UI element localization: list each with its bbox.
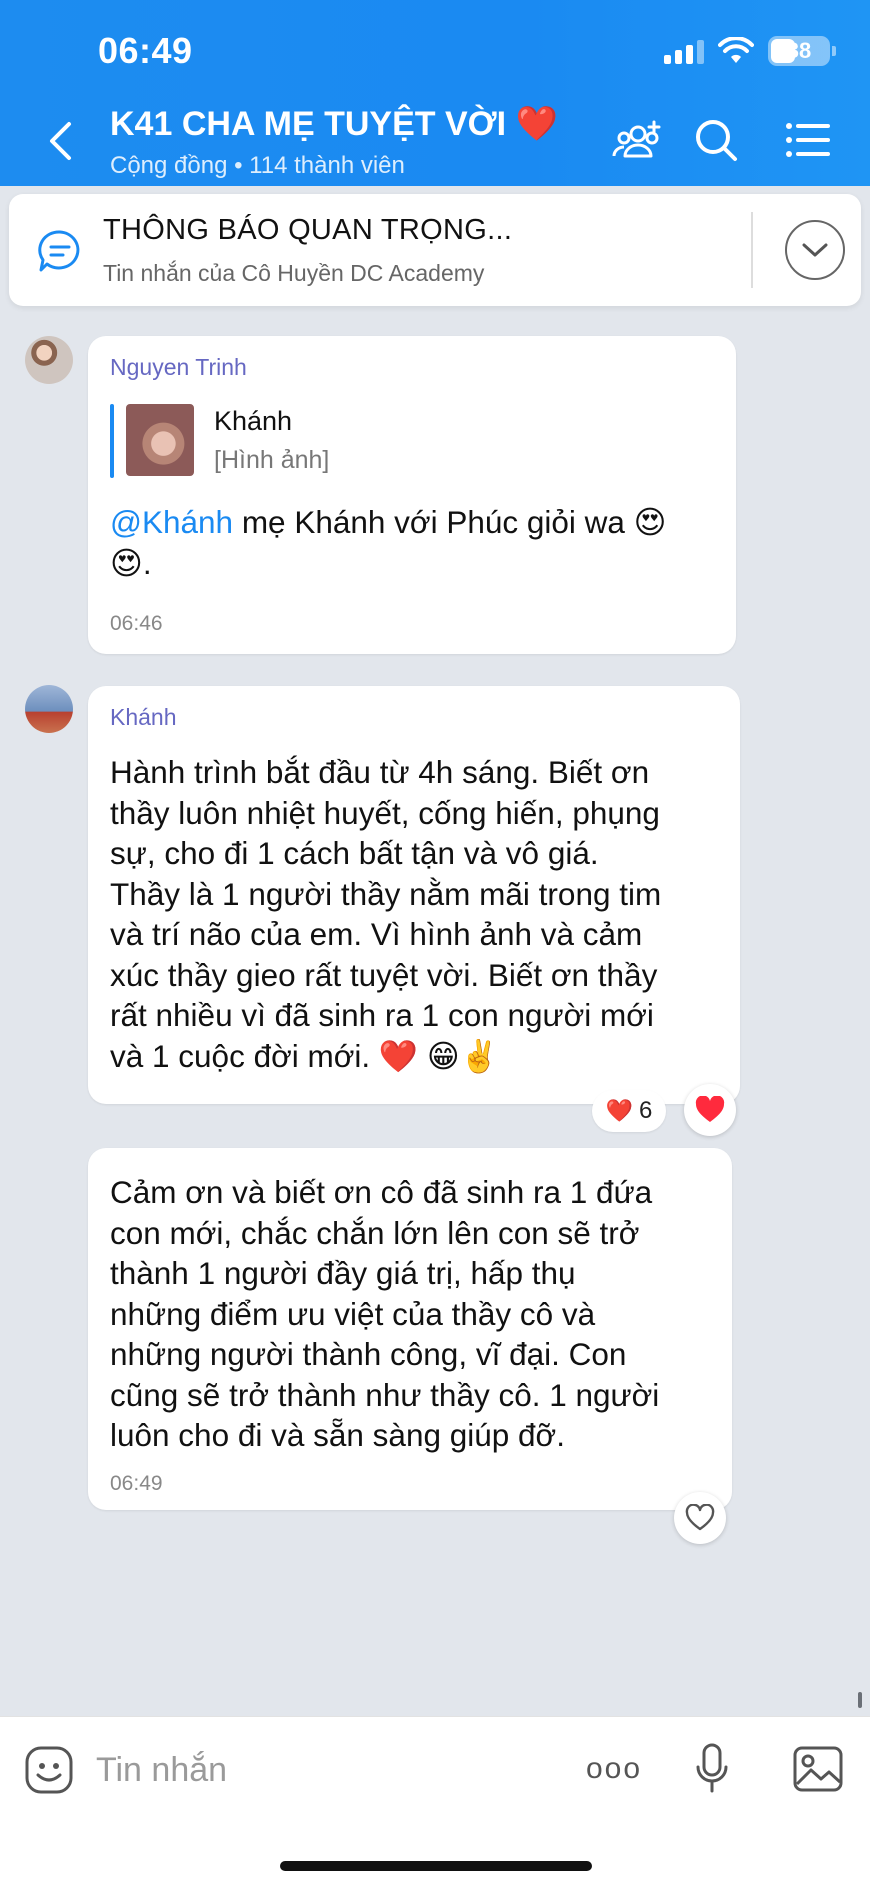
message-time: 06:46 [110,612,163,635]
react-button[interactable] [674,1492,726,1544]
menu-button[interactable] [780,112,836,168]
avatar-khanh[interactable] [25,685,73,733]
pinned-message[interactable]: THÔNG BÁO QUAN TRỌNG... Tin nhắn của Cô … [9,194,861,306]
message-line: thầy luôn nhiệt huyết, cống hiến, phụng [110,794,660,831]
status-icons: 38 [664,36,836,66]
back-icon [50,122,71,160]
message-input[interactable] [96,1739,556,1801]
quote-bar [110,404,114,478]
message-line: con mới, chắc chắn lớn lên con sẽ trở [110,1214,640,1251]
home-indicator[interactable] [280,1861,592,1871]
add-member-icon [612,120,661,158]
avatar-nguyen-trinh[interactable] [25,336,73,384]
mention-link[interactable]: @Khánh [110,504,233,540]
message-time: 06:49 [110,1472,163,1495]
menu-icon [786,123,830,157]
search-button[interactable] [688,112,744,168]
group-subtitle: Cộng đồng • 114 thành viên [110,152,405,179]
battery-icon: 38 [768,36,836,66]
heart-icon [695,1096,725,1122]
message-line: sự, cho đi 1 cách bất tận và vô giá. [110,835,599,871]
emoji-icon[interactable] [24,1745,74,1795]
status-time: 06:49 [98,30,193,71]
message-line: những người thành công, vĩ đại. Con [110,1336,627,1372]
message-bubble[interactable]: Cảm ơn và biết ơn cô đã sinh ra 1 đứa co… [88,1148,732,1510]
group-title-text: K41 CHA MẸ TUYỆT VỜI [110,105,507,143]
search-icon [696,120,737,161]
more-button[interactable]: ooo [584,1741,644,1797]
pinned-subtitle: Tin nhắn của Cô Huyền DC Academy [103,260,485,286]
message-input-bar: ooo [0,1716,870,1883]
pinned-divider [751,212,753,288]
message-line: rất nhiều vì đã sinh ra 1 con người mới [110,997,654,1033]
message-line: và 1 cuộc đời mới. ❤️ 😁✌️ [110,1037,499,1074]
title-heart-emoji: ❤️ [515,105,558,143]
message-bubble[interactable]: Khánh Hành trình bắt đầu từ 4h sáng. Biế… [88,686,740,1104]
pinned-title: THÔNG BÁO QUAN TRỌNG... [103,214,513,246]
back-button[interactable] [40,118,80,164]
scroll-indicator[interactable] [858,1692,862,1708]
message-line: luôn cho đi và sẵn sàng giúp đỡ. [110,1417,565,1453]
sender-name[interactable]: Khánh [110,704,177,731]
heart-outline-icon [685,1504,715,1531]
message-text-part: mẹ Khánh với Phúc giỏi wa 😍 [233,504,667,540]
message-text-part: 😍. [110,544,152,581]
cellular-signal-icon [664,38,704,64]
message-line: và trí não của em. Vì hình ảnh và cảm [110,916,643,952]
more-icon: ooo [585,1752,643,1785]
message-line: Thầy là 1 người thầy nằm mãi trong tim [110,875,662,912]
message-line: những điểm ưu việt của thầy cô và [110,1295,596,1332]
microphone-icon [696,1743,728,1793]
message-line: Hành trình bắt đầu từ 4h sáng. Biết ơn [110,754,650,790]
quoted-image-thumbnail[interactable] [126,404,194,476]
react-button[interactable] [684,1084,736,1136]
quoted-sender: Khánh [214,406,293,436]
reaction-summary[interactable]: ❤️ 6 [592,1090,666,1132]
message-line: Cảm ơn và biết ơn cô đã sinh ra 1 đứa [110,1174,653,1210]
quoted-content: [Hình ảnh] [214,446,330,474]
message-text: @Khánh mẹ Khánh với Phúc giỏi wa 😍 😍. [110,502,720,583]
heart-icon: ❤️ [605,1098,634,1123]
chat-header: 06:49 38 K41 CHA MẸ TUYỆT VỜI ❤️ Cộng đồ… [0,0,870,186]
image-button[interactable] [790,1741,846,1797]
message-line: xúc thầy gieo rất tuyệt vời. Biết ơn thầ… [110,956,658,993]
message-text: Hành trình bắt đầu từ 4h sáng. Biết ơn t… [110,752,730,1076]
microphone-button[interactable] [684,1741,740,1797]
add-member-button[interactable] [610,112,666,168]
expand-pinned-button[interactable] [785,220,845,280]
message-line: thành 1 người đầy giá trị, hấp thụ [110,1255,576,1291]
message-bubble[interactable]: Nguyen Trinh Khánh [Hình ảnh] @Khánh mẹ … [88,336,736,654]
pinned-message-icon [38,230,80,272]
sender-name[interactable]: Nguyen Trinh [110,354,247,381]
battery-level: 38 [786,38,812,63]
message-line: cũng sẽ trở thành như thầy cô. 1 người [110,1376,660,1413]
chevron-down-icon [802,243,828,257]
image-icon [793,1746,843,1792]
group-title[interactable]: K41 CHA MẸ TUYỆT VỜI ❤️ [110,104,558,144]
message-text: Cảm ơn và biết ơn cô đã sinh ra 1 đứa co… [110,1172,730,1456]
wifi-icon [718,37,754,63]
reaction-count: 6 [639,1097,653,1124]
